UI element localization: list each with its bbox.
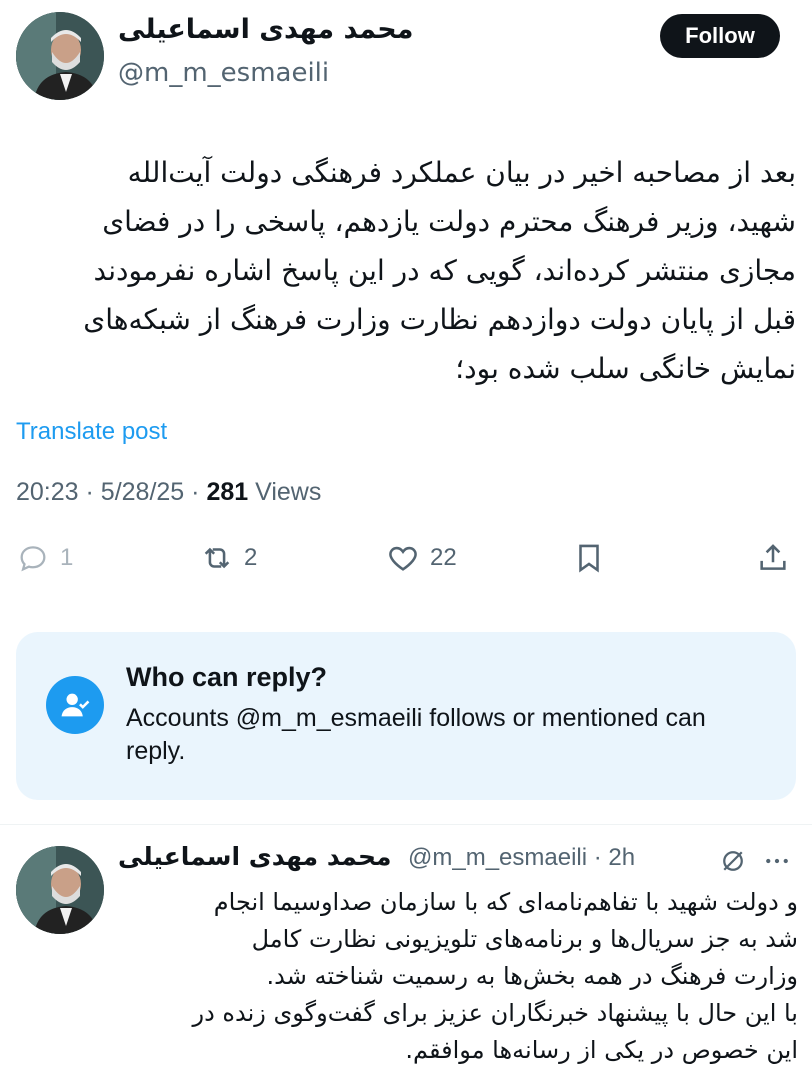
post-text-line: قبل از پایان دولت دوازدهم نظارت وزارت فر…: [83, 303, 796, 336]
meta-separator: ·: [191, 478, 200, 506]
bookmark-button[interactable]: [572, 536, 606, 580]
people-check-icon: [46, 676, 104, 734]
post-text-line: مجازی منتشر کرده‌اند، گویی که در این پاس…: [93, 254, 797, 287]
divider: [0, 824, 812, 825]
reply-author-name[interactable]: محمد مهدی اسماعیلی: [118, 842, 392, 871]
more-icon[interactable]: [762, 846, 792, 876]
reply-text-line: شد به جز سریال‌ها و برنامه‌های تلویزیونی…: [251, 925, 798, 953]
reply-text-line: و دولت شهید با تفاهم‌نامه‌ای که با سازما…: [213, 888, 798, 916]
reply-count: 1: [60, 544, 74, 571]
post-text: بعد از مصاحبه اخیر در بیان عملکرد فرهنگی…: [16, 148, 796, 393]
grok-icon[interactable]: [718, 846, 748, 876]
reply-text-line: این خصوص در یکی از رسانه‌ها موافقم.: [405, 1036, 798, 1064]
author-name[interactable]: محمد مهدی اسماعیلی: [118, 14, 413, 45]
author-avatar[interactable]: [16, 12, 104, 100]
repost-button[interactable]: 2: [200, 536, 257, 580]
post-text-line: بعد از مصاحبه اخیر در بیان عملکرد فرهنگی…: [127, 156, 796, 189]
share-icon: [760, 544, 786, 570]
reply-button[interactable]: 1: [16, 536, 73, 580]
reply-icon: [20, 546, 46, 572]
action-bar: 1 2 22: [0, 536, 812, 580]
author-handle[interactable]: @m_m_esmaeili: [118, 58, 329, 88]
meta-separator: ·: [85, 478, 94, 506]
like-icon: [389, 546, 417, 571]
post-time[interactable]: 20:23: [16, 478, 79, 506]
bookmark-icon: [579, 544, 599, 573]
reply-text-line: با این حال با پیشنهاد خبرنگاران عزیز برا…: [192, 999, 798, 1027]
views-count: 281: [206, 478, 249, 506]
reply-text-line: وزارت فرهنگ در همه بخش‌ها به رسمیت شناخت…: [266, 962, 798, 990]
share-button[interactable]: [756, 536, 790, 580]
post-date[interactable]: 5/28/25: [101, 478, 184, 506]
translate-post-link[interactable]: Translate post: [16, 418, 167, 446]
like-button[interactable]: 22: [386, 536, 457, 580]
repost-count: 2: [244, 544, 258, 571]
reply-restriction-description: Accounts @m_m_esmaeili follows or mentio…: [126, 704, 706, 765]
views-label: Views: [255, 478, 322, 506]
reply-restriction-title: Who can reply?: [126, 662, 328, 692]
post-text-line: شهید، وزیر فرهنگ محترم دولت یازدهم، پاسخ…: [102, 205, 796, 238]
repost-icon: [204, 547, 230, 569]
follow-button[interactable]: Follow: [660, 14, 780, 58]
reply-restriction-box: Who can reply? Accounts @m_m_esmaeili fo…: [16, 632, 796, 800]
post-text-line: نمایش خانگی سلب شده بود؛: [455, 352, 796, 385]
reply-author-avatar[interactable]: [16, 846, 104, 934]
reply-handle-time[interactable]: @m_m_esmaeili · 2h: [408, 844, 635, 872]
reply-text: و دولت شهید با تفاهم‌نامه‌ای که با سازما…: [118, 884, 798, 1069]
post-meta: 20:23 · 5/28/25 · 281 Views: [16, 478, 321, 507]
like-count: 22: [430, 544, 457, 571]
